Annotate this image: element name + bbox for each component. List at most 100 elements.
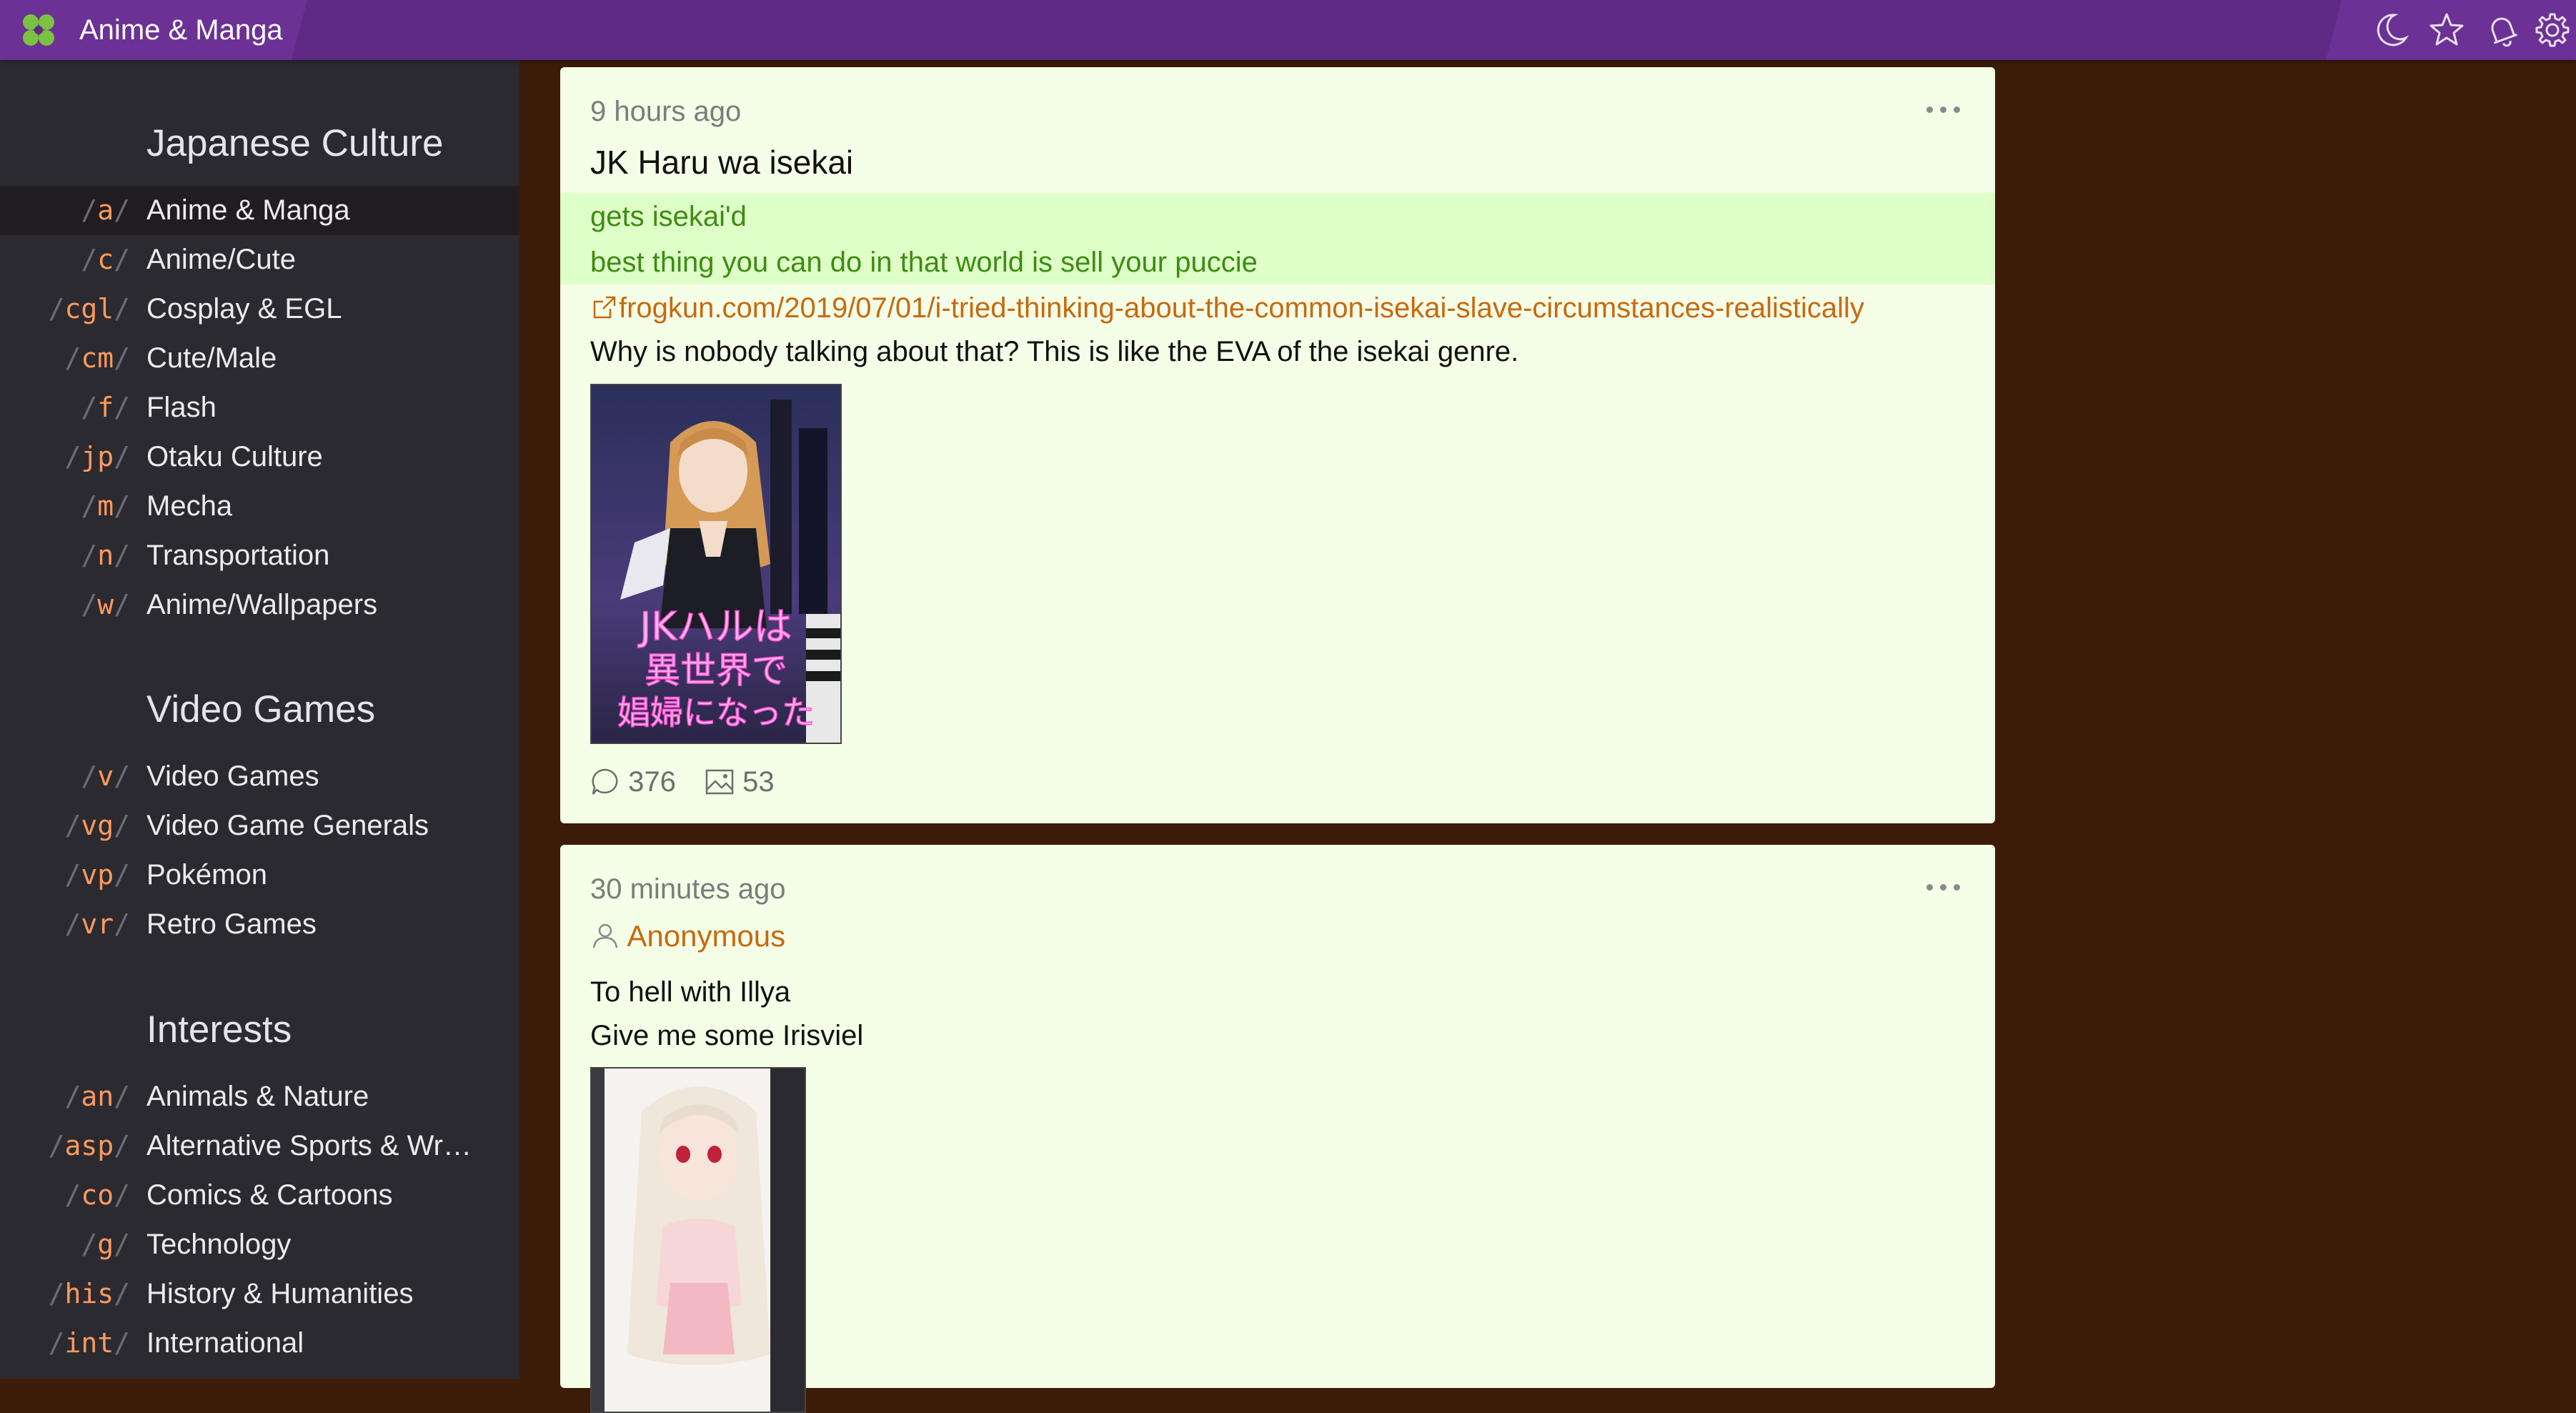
board-name: Anime & Manga (146, 194, 350, 226)
reply-count-value: 376 (628, 766, 676, 798)
board-name: Anime/Cute (146, 244, 296, 275)
category-heading: Interests (146, 1008, 292, 1051)
board-code: /jp/ (64, 441, 130, 472)
category-heading: Japanese Culture (146, 122, 444, 164)
speech-bubble-icon (592, 768, 618, 795)
top-bar: Anime & Manga (0, 0, 2576, 60)
more-options-icon[interactable] (1926, 104, 1961, 114)
sidebar-board-f[interactable]: /f/ Flash (0, 383, 519, 432)
board-name: History & Humanities (146, 1278, 414, 1309)
post-body-line: Why is nobody talking about that? This i… (590, 336, 1519, 367)
board-code: /vr/ (64, 908, 130, 940)
sidebar-board-cgl[interactable]: /cgl/ Cosplay & EGL (0, 284, 519, 334)
moon-icon[interactable] (2372, 11, 2410, 49)
board-code: /vp/ (64, 859, 130, 891)
image-count: 53 (705, 766, 775, 798)
board-code: /cm/ (64, 342, 130, 374)
board-name: Animals & Nature (146, 1081, 369, 1112)
sidebar-board-w[interactable]: /w/ Anime/Wallpapers (0, 580, 519, 630)
board-code: /an/ (64, 1081, 130, 1112)
post-author[interactable]: Anonymous (590, 919, 785, 953)
header-actions (2326, 0, 2576, 60)
title-area: Anime & Manga (0, 0, 307, 60)
board-name: Mecha (146, 490, 233, 522)
board-name: Otaku Culture (146, 441, 323, 472)
star-icon[interactable] (2427, 11, 2466, 49)
sidebar-board-vp[interactable]: /vp/ Pokémon (0, 851, 519, 900)
sidebar-board-his[interactable]: /his/ History & Humanities (0, 1269, 519, 1319)
sidebar-board-n[interactable]: /n/ Transportation (0, 531, 519, 580)
board-name: Comics & Cartoons (146, 1179, 393, 1211)
image-count-value: 53 (742, 766, 775, 798)
board-name: Video Games (146, 760, 319, 792)
board-code: /co/ (64, 1179, 130, 1211)
category-heading: Video Games (146, 688, 376, 730)
board-name: Flash (146, 392, 217, 423)
sidebar-board-a[interactable]: /a/ Anime & Manga (0, 186, 519, 235)
sidebar-board-cm[interactable]: /cm/ Cute/Male (0, 334, 519, 383)
sidebar-board-g[interactable]: /g/ Technology (0, 1220, 519, 1269)
post-thumbnail[interactable] (590, 1067, 806, 1413)
gear-icon[interactable] (2533, 11, 2572, 49)
post-time: 30 minutes ago (590, 873, 786, 905)
more-options-icon[interactable] (1926, 882, 1961, 892)
post-body-line: To hell with Illya (590, 976, 791, 1008)
sidebar-board-an[interactable]: /an/ Animals & Nature (0, 1072, 519, 1121)
greentext-line: gets isekai'd (590, 201, 747, 232)
greentext-line: best thing you can do in that world is s… (590, 247, 1258, 278)
board-code: /m/ (81, 490, 130, 522)
image-icon (705, 769, 734, 795)
sidebar-board-vg[interactable]: /vg/ Video Game Generals (0, 801, 519, 851)
post-thumbnail[interactable]: JKハルは 異世界で 娼婦になった (590, 384, 842, 744)
sidebar-board-c[interactable]: /c/ Anime/Cute (0, 235, 519, 284)
thread-card[interactable]: 9 hours ago JK Haru wa isekai gets iseka… (560, 67, 1995, 823)
link-url: frogkun.com/2019/07/01/i-tried-thinking-… (619, 292, 1864, 324)
manga-cover-image: JKハルは 異世界で 娼婦になった (592, 385, 840, 743)
board-code: /int/ (48, 1327, 130, 1359)
anime-girl-image (592, 1069, 805, 1412)
board-code: /a/ (81, 194, 130, 226)
post-body-line: Give me some Irisviel (590, 1020, 864, 1051)
board-code: /w/ (81, 589, 130, 620)
post-subject[interactable]: JK Haru wa isekai (590, 143, 853, 182)
board-code: /asp/ (48, 1130, 130, 1161)
external-link[interactable]: frogkun.com/2019/07/01/i-tried-thinking-… (590, 292, 1864, 324)
board-name: Technology (146, 1229, 292, 1260)
sidebar-board-vr[interactable]: /vr/ Retro Games (0, 900, 519, 949)
thread-card[interactable]: 30 minutes ago Anonymous To hell with Il… (560, 845, 1995, 1413)
board-name: Alternative Sports & Wrestling (146, 1130, 472, 1161)
board-code: /g/ (81, 1229, 130, 1260)
board-code: /v/ (81, 760, 130, 792)
cover-title-line: 異世界で (645, 650, 787, 691)
sidebar-board-m[interactable]: /m/ Mecha (0, 482, 519, 531)
author-name: Anonymous (627, 919, 786, 953)
board-code: /f/ (81, 392, 130, 423)
board-name: Cute/Male (146, 342, 277, 374)
reply-count: 376 (590, 766, 676, 798)
board-name: Video Game Generals (146, 810, 429, 841)
sidebar-board-v[interactable]: /v/ Video Games (0, 752, 519, 801)
board-name: Pokémon (146, 859, 267, 891)
board-sidebar: Japanese Culture /a/ Anime & Manga /c/ A… (0, 60, 519, 1379)
board-code: /cgl/ (48, 293, 130, 324)
board-name: Anime/Wallpapers (146, 589, 378, 620)
board-name: International (146, 1327, 304, 1359)
bell-icon[interactable] (2483, 11, 2522, 49)
sidebar-board-co[interactable]: /co/ Comics & Cartoons (0, 1171, 519, 1220)
board-code: /n/ (81, 540, 130, 571)
sidebar-board-jp[interactable]: /jp/ Otaku Culture (0, 432, 519, 482)
external-link-icon (593, 296, 616, 319)
board-code: /vg/ (64, 810, 130, 841)
board-name: Cosplay & EGL (146, 293, 342, 324)
clover-logo-icon[interactable] (17, 9, 60, 51)
sidebar-board-asp[interactable]: /asp/ Alternative Sports & Wrestling (0, 1121, 519, 1171)
post-time: 9 hours ago (590, 96, 742, 127)
site-title[interactable]: Anime & Manga (79, 0, 283, 60)
cover-title-line: JKハルは (637, 604, 792, 649)
cover-title-line: 娼婦になった (617, 693, 815, 732)
sidebar-board-int[interactable]: /int/ International (0, 1319, 519, 1368)
board-code: /c/ (81, 244, 130, 275)
board-name: Transportation (146, 540, 330, 571)
board-code: /his/ (48, 1278, 130, 1309)
user-icon (592, 923, 618, 948)
